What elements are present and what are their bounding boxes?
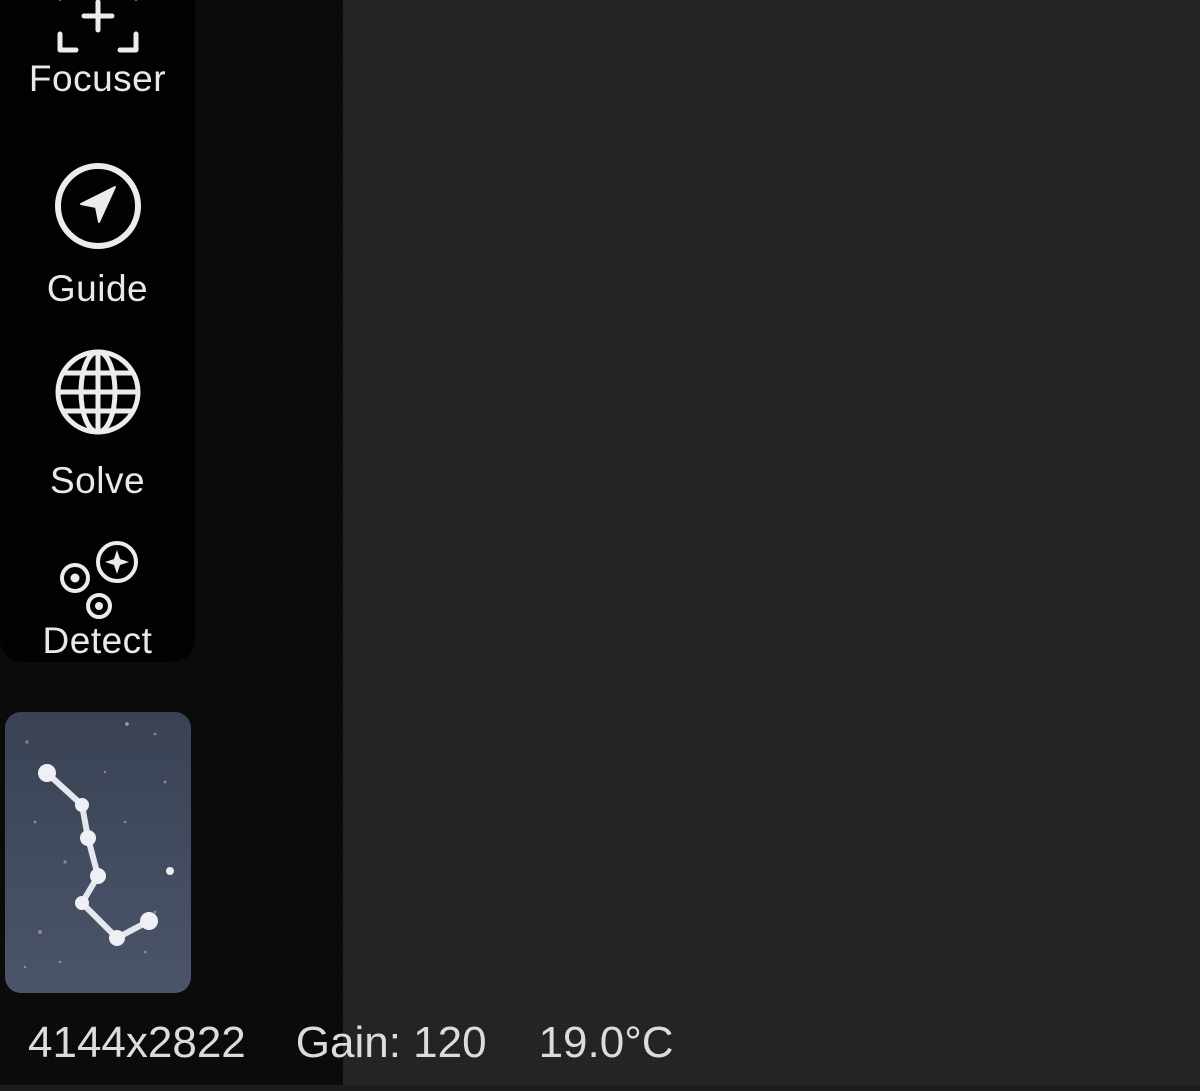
focuser-button[interactable]: Focuser [0,0,195,97]
gain-text: Gain: 120 [295,1018,487,1067]
image-thumbnail[interactable] [5,712,191,993]
focuser-label: Focuser [28,58,167,99]
app-window: Focuser Guide Solve Detect 4144x2822 Gai… [0,0,1200,1091]
constellation-icon [23,722,174,969]
image-viewer[interactable] [343,0,1200,1091]
guide-label: Guide [46,268,149,309]
tool-sidebar: Focuser Guide Solve Detect [0,0,195,662]
resolution-text: 4144x2822 [28,1018,246,1067]
temperature-text: 19.0°C [538,1018,674,1067]
solve-label: Solve [49,460,146,501]
bottom-divider [0,1085,1200,1091]
status-bar: 4144x2822 Gain: 120 19.0°C [28,1018,674,1068]
guide-button[interactable]: Guide [0,160,195,307]
solve-button[interactable]: Solve [0,346,195,499]
navigation-arrow-circle-icon [54,163,141,249]
stars-detect-icon [59,541,138,619]
detect-button[interactable]: Detect [0,540,195,659]
detect-label: Detect [42,620,153,661]
focus-frame-plus-icon [57,0,138,53]
globe-grid-icon [55,349,140,435]
